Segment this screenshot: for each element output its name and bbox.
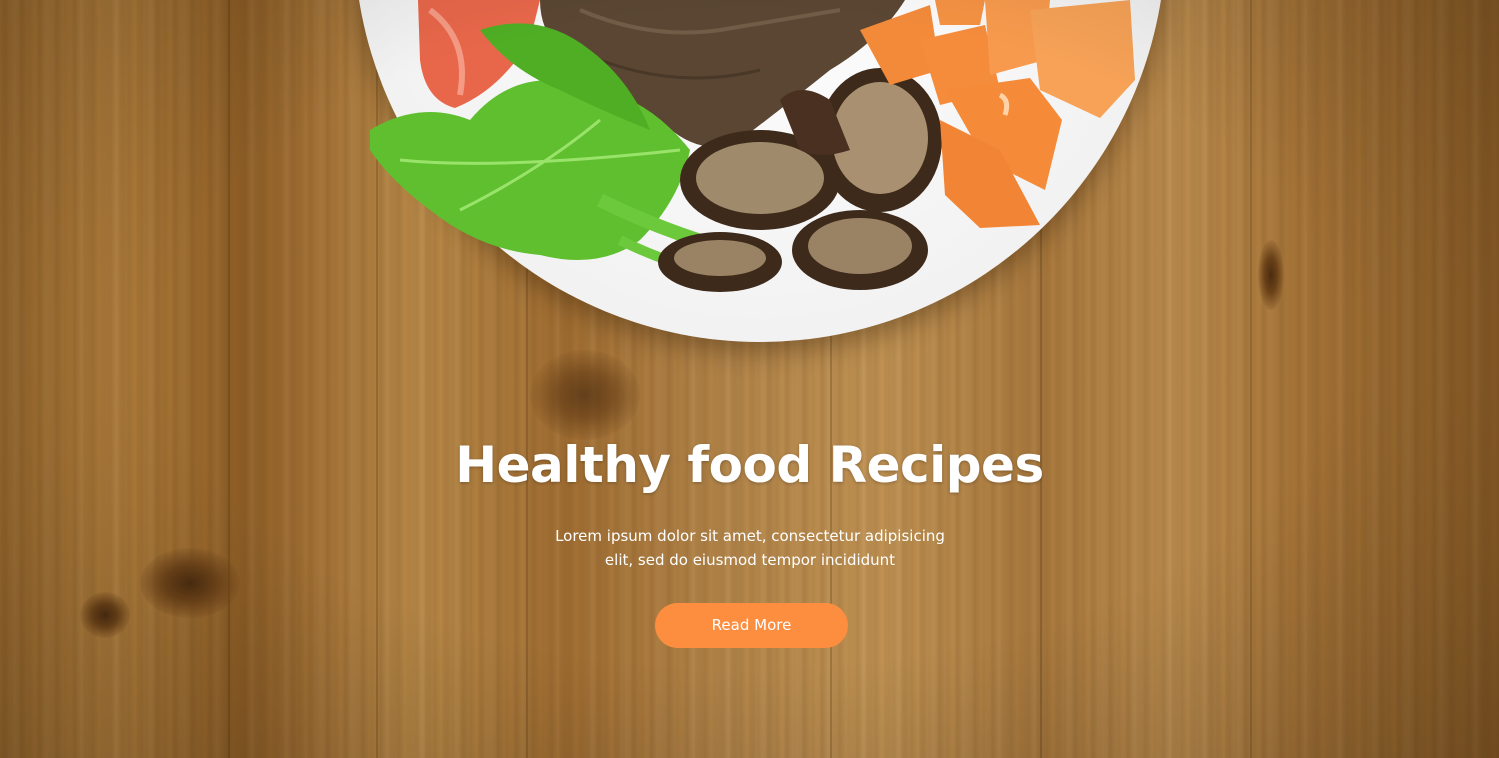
food-illustration [370, 0, 1135, 292]
wood-knot [530, 350, 640, 440]
read-more-button[interactable]: Read More [655, 603, 848, 648]
hero-section: Healthy food Recipes Lorem ipsum dolor s… [0, 0, 1499, 758]
hero-title: Healthy food Recipes [455, 436, 1044, 494]
hero-subtitle-line: Lorem ipsum dolor sit amet, consectetur … [555, 527, 945, 545]
hero-subtitle-line: elit, sed do eiusmod tempor incididunt [604, 551, 896, 569]
hero-subtitle: Lorem ipsum dolor sit amet, consectetur … [549, 524, 951, 572]
wood-knot [140, 548, 240, 618]
wood-knot [80, 592, 130, 638]
